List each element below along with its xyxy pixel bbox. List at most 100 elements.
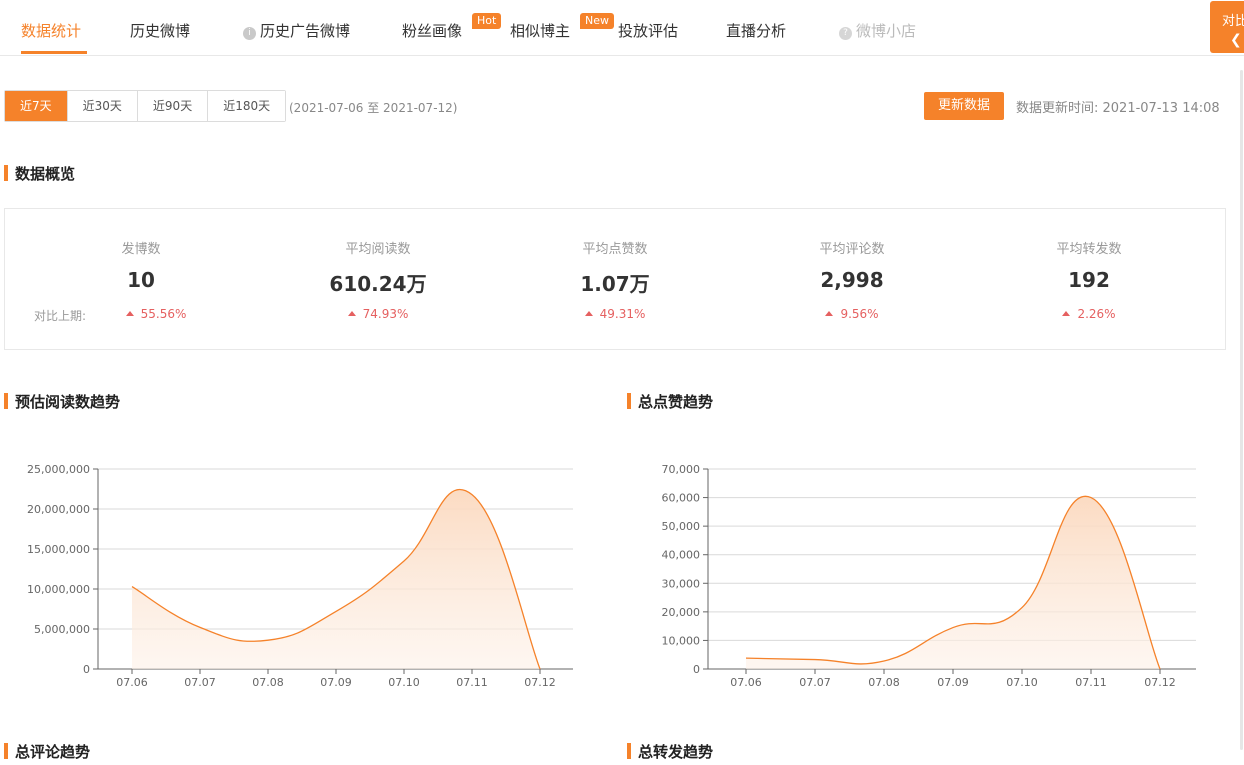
update-time-text: 数据更新时间: 2021-07-13 14:08	[1016, 101, 1220, 116]
range-180-days[interactable]: 近180天	[208, 91, 286, 121]
metric-label: 平均点赞数	[582, 242, 648, 257]
data-point[interactable]	[1158, 667, 1163, 672]
y-tick-label: 5,000,000	[34, 623, 90, 636]
compare-label: 对比	[1222, 14, 1244, 29]
metric-label: 平均转发数	[1056, 242, 1122, 257]
compare-button[interactable]: 对比 ❮	[1210, 1, 1244, 53]
range-90-days[interactable]: 近90天	[137, 91, 209, 121]
data-point[interactable]	[470, 492, 475, 497]
top-nav: 数据统计 历史微博 i 历史广告微博 粉丝画像 Hot 相似博主 New 投放评估…	[0, 0, 1244, 56]
x-tick-label: 07.10	[1006, 676, 1038, 689]
metric-value: 192	[1068, 268, 1110, 292]
x-tick-label: 07.12	[1144, 676, 1176, 689]
new-badge: New	[580, 13, 614, 29]
y-tick-label: 25,000,000	[27, 463, 90, 476]
metric-value: 610.24万	[329, 272, 427, 296]
info-icon: i	[243, 27, 256, 40]
y-tick-label: 70,000	[662, 463, 701, 476]
arrow-up-icon	[125, 311, 134, 316]
metric-change: 55.56%	[41, 307, 241, 321]
x-tick-label: 07.10	[388, 676, 420, 689]
data-point[interactable]	[813, 657, 818, 662]
tab-ad-evaluation[interactable]: 投放评估	[618, 20, 678, 41]
y-tick-label: 50,000	[662, 520, 701, 533]
y-tick-label: 10,000,000	[27, 583, 90, 596]
active-tab-indicator	[21, 51, 87, 54]
date-range-text: (2021-07-06 至 2021-07-12)	[289, 101, 458, 115]
y-tick-label: 15,000,000	[27, 543, 90, 556]
metric-change-value: 9.56%	[840, 307, 879, 321]
series-area	[746, 496, 1160, 669]
x-tick-label: 07.07	[184, 676, 216, 689]
arrow-up-icon	[347, 311, 356, 316]
data-point[interactable]	[266, 638, 271, 643]
metric-label: 发博数	[121, 242, 161, 257]
comments-trend-title: 总评论趋势	[4, 741, 90, 762]
tab-live-analysis[interactable]: 直播分析	[726, 20, 786, 41]
update-data-button[interactable]: 更新数据	[924, 92, 1004, 120]
data-point[interactable]	[1089, 495, 1094, 500]
tab-fans-portrait[interactable]: 粉丝画像	[402, 20, 462, 41]
x-tick-label: 07.06	[116, 676, 148, 689]
help-icon: ?	[839, 27, 852, 40]
data-point[interactable]	[130, 584, 135, 589]
metric-change-value: 49.31%	[599, 307, 646, 321]
overview-title: 数据概览	[4, 163, 75, 184]
x-tick-label: 07.09	[320, 676, 352, 689]
x-tick-label: 07.06	[730, 676, 762, 689]
metric-label: 平均评论数	[819, 242, 885, 257]
metric-value: 2,998	[820, 268, 884, 292]
tab-history-ad-weibo[interactable]: i 历史广告微博	[243, 20, 350, 41]
y-tick-label: 20,000	[662, 606, 701, 619]
tab-history-ad-weibo-label: 历史广告微博	[260, 22, 351, 40]
x-tick-label: 07.08	[252, 676, 284, 689]
tab-data-stats[interactable]: 数据统计	[21, 20, 81, 41]
metric-change-value: 2.26%	[1077, 307, 1116, 321]
series-area	[132, 489, 540, 669]
y-tick-label: 20,000,000	[27, 503, 90, 516]
data-point[interactable]	[538, 667, 543, 672]
x-tick-label: 07.09	[937, 676, 969, 689]
metric-change: 2.26%	[989, 307, 1189, 321]
tab-weibo-shop[interactable]: ? 微博小店	[839, 20, 916, 41]
arrow-up-icon	[1062, 311, 1071, 316]
metric-change-value: 55.56%	[140, 307, 187, 321]
metric-change: 49.31%	[515, 307, 715, 321]
data-point[interactable]	[1020, 605, 1025, 610]
range-30-days[interactable]: 近30天	[67, 91, 138, 121]
tab-similar-bloggers[interactable]: 相似博主	[510, 20, 570, 41]
y-tick-label: 0	[83, 663, 90, 676]
scrollbar[interactable]	[1240, 70, 1243, 750]
data-point[interactable]	[334, 609, 339, 614]
y-tick-label: 30,000	[662, 577, 701, 590]
metric-value: 10	[127, 268, 155, 292]
x-tick-label: 07.07	[799, 676, 831, 689]
y-tick-label: 0	[693, 663, 700, 676]
data-point[interactable]	[198, 625, 203, 630]
metric-change: 9.56%	[752, 307, 952, 321]
hot-badge: Hot	[472, 13, 502, 29]
y-tick-label: 40,000	[662, 549, 701, 562]
metric-change: 74.93%	[278, 307, 478, 321]
data-point[interactable]	[951, 625, 956, 630]
range-7-days[interactable]: 近7天	[5, 91, 68, 121]
arrow-up-icon	[825, 311, 834, 316]
metric-value: 1.07万	[580, 272, 650, 296]
data-point[interactable]	[882, 659, 887, 664]
likes-trend-title: 总点赞趋势	[627, 391, 713, 412]
y-tick-label: 10,000	[662, 634, 701, 647]
data-point[interactable]	[402, 559, 407, 564]
date-range-selector: 近7天 近30天 近90天 近180天	[4, 90, 287, 122]
forwards-trend-title: 总转发趋势	[627, 741, 713, 762]
x-tick-label: 07.11	[1075, 676, 1107, 689]
tab-history-weibo[interactable]: 历史微博	[130, 20, 190, 41]
reads-trend-title: 预估阅读数趋势	[4, 391, 120, 412]
data-point[interactable]	[744, 656, 749, 661]
reads-trend-chart: 0 5,000,000 10,000,000 15,000,000 20,000,000…	[27, 463, 573, 689]
y-tick-label: 60,000	[662, 492, 701, 505]
arrow-up-icon	[584, 311, 593, 316]
x-tick-label: 07.11	[456, 676, 488, 689]
overview-card: 对比上期: 发博数 10 55.56% 平均阅读数 610.24万 74.93%…	[4, 208, 1226, 350]
metric-change-value: 74.93%	[362, 307, 409, 321]
metric-label: 平均阅读数	[345, 242, 411, 257]
